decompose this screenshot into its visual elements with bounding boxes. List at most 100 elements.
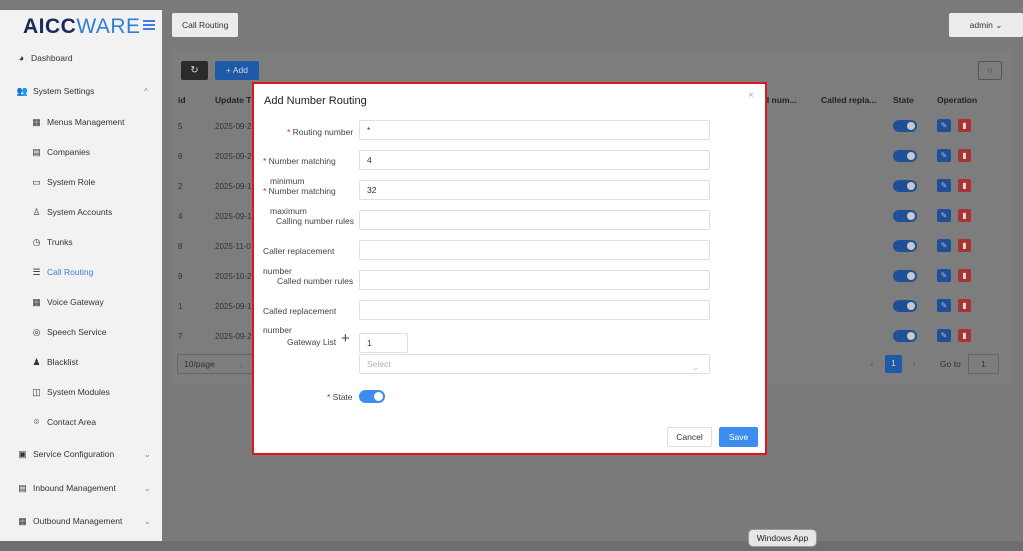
logo-text-ware: WARE xyxy=(76,15,141,38)
add-button[interactable]: + Add xyxy=(215,61,259,80)
pencil-icon: ✎ xyxy=(940,211,948,220)
page-button[interactable]: 1 xyxy=(885,355,902,373)
pencil-icon: ✎ xyxy=(940,271,948,280)
trash-icon: ▮ xyxy=(962,331,967,340)
app-logo[interactable]: AICCWARE xyxy=(23,15,141,38)
sidebar-item-companies[interactable]: ▤ Companies xyxy=(0,140,162,164)
routing-number-label: * Routing number xyxy=(287,127,354,137)
add-gateway-icon[interactable]: + xyxy=(341,331,350,346)
sidebar-item-dashboard[interactable]: ◕ Dashboard xyxy=(0,46,162,70)
delete-button[interactable]: ▮ xyxy=(958,269,971,282)
edit-button[interactable]: ✎ xyxy=(937,329,951,342)
calling-number-rules-label: Calling number rules xyxy=(276,216,354,226)
sidebar-item-voice-gateway[interactable]: ▦ Voice Gateway xyxy=(0,290,162,314)
number-matching-min-input[interactable]: 4 xyxy=(359,150,710,170)
search-button[interactable]: ○ xyxy=(978,61,1002,80)
goto-page-input[interactable]: 1 xyxy=(968,354,999,374)
sidebar-item-call-routing[interactable]: ☰ Call Routing xyxy=(0,260,162,284)
caller-replacement-label: Caller replacement xyxy=(263,246,335,256)
delete-button[interactable]: ▮ xyxy=(958,329,971,342)
next-page-button[interactable]: › xyxy=(906,355,922,373)
delete-button[interactable]: ▮ xyxy=(958,239,971,252)
calling-number-rules-input[interactable] xyxy=(359,210,710,230)
sidebar-item-system-accounts[interactable]: ♙ System Accounts xyxy=(0,200,162,224)
dock-tooltip: Windows App xyxy=(748,529,817,547)
page-size-select[interactable]: 10/page ⌄ xyxy=(177,354,257,374)
tachometer-icon: ◕ xyxy=(18,53,25,63)
caller-replacement-input[interactable] xyxy=(359,240,710,260)
column-header-update-time: Update T xyxy=(215,95,252,105)
sidebar-item-trunks[interactable]: ◷ Trunks xyxy=(0,230,162,254)
state-toggle[interactable] xyxy=(893,300,917,312)
cancel-button[interactable]: Cancel xyxy=(667,427,712,447)
state-toggle[interactable] xyxy=(893,240,917,252)
location-icon: ⌾ xyxy=(33,416,40,427)
sidebar-item-menus-management[interactable]: ▦ Menus Management xyxy=(0,110,162,134)
sidebar-item-speech-service[interactable]: ◎ Speech Service xyxy=(0,320,162,344)
inbound-icon: ▤ xyxy=(18,482,27,493)
edit-button[interactable]: ✎ xyxy=(937,119,951,132)
sidebar-item-system-modules[interactable]: ◫ System Modules xyxy=(0,380,162,404)
cell-update-time: 2025-09-2 xyxy=(215,122,252,131)
user-name: admin xyxy=(969,20,993,30)
called-number-rules-input[interactable] xyxy=(359,270,710,290)
sidebar-item-label: Voice Gateway xyxy=(47,297,104,307)
edit-button[interactable]: ✎ xyxy=(937,239,951,252)
trash-icon: ▮ xyxy=(962,181,967,190)
state-toggle[interactable] xyxy=(893,150,917,162)
sidebar-item-blacklist[interactable]: ♟ Blacklist xyxy=(0,350,162,374)
tab-call-routing[interactable]: Call Routing xyxy=(172,13,239,37)
delete-button[interactable]: ▮ xyxy=(958,119,971,132)
sidebar-item-contact-area[interactable]: ⌾ Contact Area xyxy=(0,410,162,434)
state-toggle[interactable] xyxy=(893,270,917,282)
close-icon[interactable]: × xyxy=(748,90,754,101)
state-toggle[interactable] xyxy=(893,180,917,192)
save-button[interactable]: Save xyxy=(719,427,758,447)
edit-button[interactable]: ✎ xyxy=(937,269,951,282)
refresh-button[interactable]: ↻ xyxy=(181,61,208,80)
list-icon: ☰ xyxy=(32,266,41,277)
state-switch[interactable] xyxy=(359,390,385,403)
gateway-select[interactable]: Select ⌄ xyxy=(359,354,710,374)
sidebar-item-outbound-management[interactable]: ▦ Outbound Management ⌄ xyxy=(0,509,162,533)
delete-button[interactable]: ▮ xyxy=(958,209,971,222)
cell-id: 6 xyxy=(178,152,183,161)
sidebar-item-system-settings[interactable]: 👥 System Settings ^ xyxy=(0,79,162,103)
sidebar: AICCWARE ◕ Dashboard 👥 System Settings ^… xyxy=(0,10,162,541)
id-card-icon: ▭ xyxy=(32,176,41,187)
number-matching-max-input[interactable]: 32 xyxy=(359,180,710,200)
routing-number-input[interactable]: * xyxy=(359,120,710,140)
called-replacement-input[interactable] xyxy=(359,300,710,320)
edit-button[interactable]: ✎ xyxy=(937,179,951,192)
trash-icon: ▮ xyxy=(962,151,967,160)
sidebar-item-label: System Accounts xyxy=(47,207,113,217)
prev-page-button[interactable]: ‹ xyxy=(864,355,880,373)
delete-button[interactable]: ▮ xyxy=(958,299,971,312)
user-menu-button[interactable]: admin ⌄ xyxy=(949,13,1023,37)
edit-button[interactable]: ✎ xyxy=(937,299,951,312)
headset-icon: ◎ xyxy=(32,326,41,337)
delete-button[interactable]: ▮ xyxy=(958,149,971,162)
sidebar-item-inbound-management[interactable]: ▤ Inbound Management ⌄ xyxy=(0,476,162,500)
edit-button[interactable]: ✎ xyxy=(937,209,951,222)
trash-icon: ▮ xyxy=(962,211,967,220)
menu-collapse-icon[interactable] xyxy=(143,20,155,30)
outbound-icon: ▦ xyxy=(18,515,27,526)
sidebar-item-service-configuration[interactable]: ▣ Service Configuration ⌄ xyxy=(0,442,162,466)
sidebar-item-system-role[interactable]: ▭ System Role xyxy=(0,170,162,194)
sidebar-item-label: Companies xyxy=(47,147,90,157)
gateway-count-input[interactable]: 1 xyxy=(359,333,408,353)
column-header-operation: Operation xyxy=(937,95,978,105)
state-toggle[interactable] xyxy=(893,120,917,132)
chevron-down-icon: ⌄ xyxy=(995,20,1003,30)
delete-button[interactable]: ▮ xyxy=(958,179,971,192)
state-toggle[interactable] xyxy=(893,210,917,222)
cell-id: 1 xyxy=(178,302,183,311)
pencil-icon: ✎ xyxy=(940,121,948,130)
refresh-icon: ↻ xyxy=(190,65,199,76)
cell-id: 7 xyxy=(178,332,183,341)
pencil-icon: ✎ xyxy=(940,151,948,160)
column-header-called-number: d num... xyxy=(764,95,797,105)
edit-button[interactable]: ✎ xyxy=(937,149,951,162)
state-toggle[interactable] xyxy=(893,330,917,342)
